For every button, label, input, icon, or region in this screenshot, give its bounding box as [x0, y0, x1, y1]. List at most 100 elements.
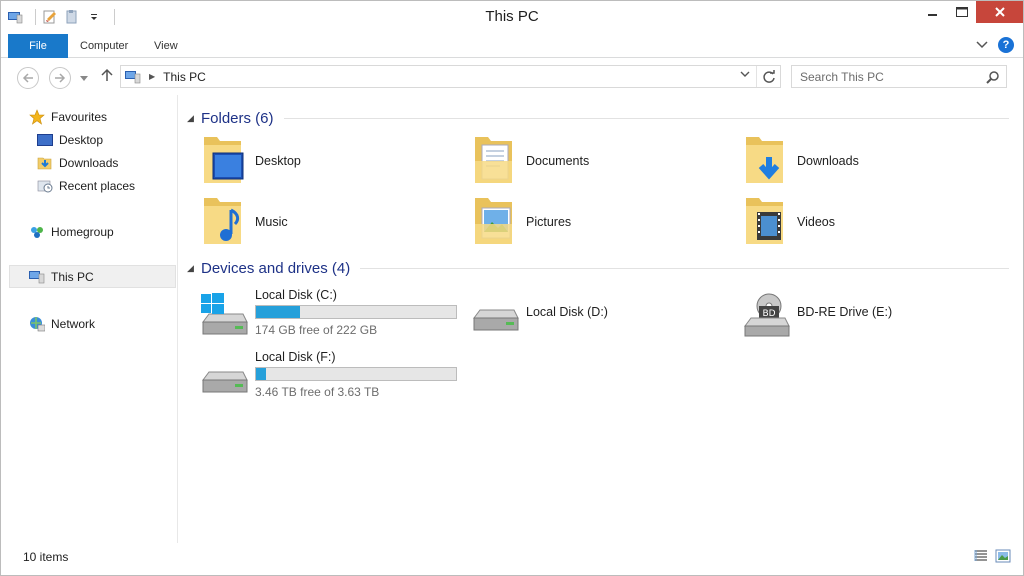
folder-tile-videos[interactable]: Videos: [743, 194, 993, 250]
drive-label: Local Disk (C:): [255, 288, 337, 302]
sidebar-item-label: This PC: [51, 269, 94, 284]
homegroup-icon: [31, 226, 43, 238]
refresh-button[interactable]: [756, 66, 780, 87]
close-button[interactable]: [976, 1, 1023, 23]
folders-group-title: Folders (6): [201, 109, 274, 127]
windows-drive-icon: [201, 293, 248, 335]
sidebar-item-recent-places[interactable]: Recent places: [9, 174, 176, 197]
downloads-folder-icon: [746, 137, 783, 183]
sidebar-item-label: Desktop: [59, 132, 104, 147]
desktop-icon: [37, 133, 53, 146]
recent-locations-chevron-icon[interactable]: [80, 76, 88, 81]
sidebar-item-favourites[interactable]: Favourites: [9, 105, 176, 128]
sidebar-item-downloads[interactable]: Downloads: [9, 151, 176, 174]
drive-free-space: 3.46 TB free of 3.63 TB: [255, 385, 380, 399]
tab-computer[interactable]: Computer: [80, 40, 128, 52]
folder-label: Videos: [797, 215, 835, 229]
large-icons-view-icon[interactable]: [995, 548, 1011, 564]
downloads-icon: [37, 157, 52, 169]
videos-folder-icon: [746, 198, 783, 244]
folder-tile-desktop[interactable]: Desktop: [201, 133, 451, 189]
drives-group-header[interactable]: ◢ Devices and drives (4): [187, 258, 1009, 278]
drive-tile-f[interactable]: Local Disk (F:) 3.46 TB free of 3.63 TB: [199, 350, 469, 408]
folder-tile-documents[interactable]: Documents: [472, 133, 722, 189]
minimize-button[interactable]: [918, 1, 947, 23]
search-input[interactable]: Search This PC: [800, 70, 884, 84]
hard-drive-icon: [473, 309, 519, 331]
ribbon-right-controls: ?: [976, 37, 1014, 53]
drive-usage-fill: [256, 306, 300, 318]
folders-group-header[interactable]: ◢ Folders (6): [187, 108, 1009, 128]
tab-view[interactable]: View: [154, 40, 178, 52]
collapse-group-icon[interactable]: ◢: [187, 113, 201, 124]
folder-tile-pictures[interactable]: Pictures: [472, 194, 722, 250]
maximize-button[interactable]: [947, 1, 976, 23]
folder-tile-downloads[interactable]: Downloads: [743, 133, 993, 189]
drive-usage-fill: [256, 368, 266, 380]
expand-ribbon-chevron-icon[interactable]: [976, 41, 988, 49]
folder-label: Music: [255, 215, 288, 229]
sidebar-item-label: Favourites: [51, 109, 108, 124]
folder-label: Desktop: [255, 154, 301, 168]
help-icon[interactable]: ?: [998, 37, 1014, 53]
collapse-group-icon[interactable]: ◢: [187, 263, 201, 274]
address-dropdown-icon[interactable]: [740, 69, 750, 80]
details-view-icon[interactable]: [973, 548, 989, 564]
drive-usage-bar: [255, 305, 457, 319]
window-title: This PC: [485, 8, 539, 25]
address-bar[interactable]: ▶ This PC: [120, 65, 781, 88]
forward-button[interactable]: [49, 67, 71, 89]
tab-file[interactable]: File: [8, 34, 68, 58]
sidebar-item-homegroup[interactable]: Homegroup: [9, 220, 176, 243]
pictures-folder-icon: [475, 198, 512, 244]
content-pane: ◢ Folders (6) Desktop Documents Download…: [179, 95, 1023, 543]
drive-usage-bar: [255, 367, 457, 381]
star-icon: [29, 108, 45, 125]
network-icon: [30, 316, 45, 331]
close-icon: [994, 7, 1005, 17]
music-folder-icon: [204, 198, 241, 244]
minimize-icon: [927, 14, 937, 16]
breadcrumb-arrow-icon[interactable]: ▶: [149, 72, 155, 81]
bd-drive-icon: BD: [744, 293, 790, 337]
hard-drive-icon: [202, 371, 248, 393]
sidebar-item-label: Network: [51, 316, 96, 331]
sidebar-item-label: Recent places: [59, 178, 136, 193]
ribbon-tabs: File Computer View ?: [1, 33, 1023, 58]
view-buttons: [973, 548, 1011, 564]
search-icon[interactable]: [986, 70, 1000, 84]
drive-label: BD-RE Drive (E:): [797, 305, 893, 319]
window-controls: [918, 1, 1023, 23]
sidebar-item-network[interactable]: Network: [9, 312, 176, 335]
breadcrumb-this-pc[interactable]: This PC: [163, 70, 206, 84]
forward-arrow-icon: [55, 73, 66, 83]
sidebar-item-label: Downloads: [59, 155, 119, 170]
folder-tile-music[interactable]: Music: [201, 194, 451, 250]
search-box[interactable]: Search This PC: [791, 65, 1007, 88]
sidebar-item-desktop[interactable]: Desktop: [9, 128, 176, 151]
recent-places-icon: [37, 180, 53, 192]
desktop-folder-icon: [204, 137, 244, 183]
this-pc-icon: [29, 270, 45, 283]
status-bar: 10 items: [1, 543, 1023, 575]
drive-tile-e[interactable]: BD BD-RE Drive (E:): [741, 288, 1011, 346]
up-button[interactable]: [101, 68, 113, 85]
drive-tile-c[interactable]: Local Disk (C:) 174 GB free of 222 GB: [199, 288, 469, 346]
documents-folder-icon: [475, 137, 512, 183]
navigation-bar: ▶ This PC Search This PC: [1, 59, 1023, 95]
sidebar-item-label: Homegroup: [51, 224, 114, 239]
explorer-window: This PC File Computer View ? ▶ This PC S…: [0, 0, 1024, 576]
drives-group-title: Devices and drives (4): [201, 259, 351, 277]
navigation-pane: Favourites Desktop Downloads Recent plac…: [1, 95, 178, 543]
folder-label: Downloads: [797, 154, 859, 168]
group-divider: [283, 117, 1009, 119]
back-button[interactable]: [17, 67, 39, 89]
drive-tile-d[interactable]: Local Disk (D:): [470, 288, 740, 346]
drive-label: Local Disk (D:): [526, 305, 608, 319]
drive-label: Local Disk (F:): [255, 350, 336, 364]
title-bar: This PC: [1, 1, 1023, 33]
maximize-icon: [955, 7, 968, 17]
back-arrow-icon: [22, 73, 33, 83]
folder-label: Documents: [526, 154, 590, 168]
sidebar-item-this-pc[interactable]: This PC: [9, 265, 176, 288]
